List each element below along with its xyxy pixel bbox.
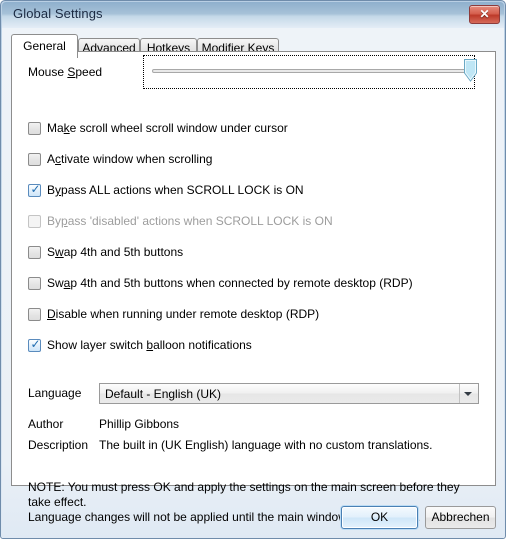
- checkbox-scroll-under-cursor[interactable]: [28, 122, 41, 135]
- ok-button[interactable]: OK: [341, 506, 418, 529]
- checkbox-label: Swap 4th and 5th buttons: [47, 245, 184, 259]
- checkmark-icon: ✓: [30, 337, 41, 351]
- language-selected-value: Default - English (UK): [105, 387, 222, 401]
- checkbox-swap-buttons-rdp[interactable]: [28, 277, 41, 290]
- language-select[interactable]: Default - English (UK): [99, 383, 479, 404]
- checkbox-label: Bypass 'disabled' actions when SCROLL LO…: [47, 214, 333, 228]
- checkbox-label: Make scroll wheel scroll window under cu…: [47, 121, 288, 135]
- checkbox-bypass-disabled-actions: [28, 215, 41, 228]
- author-label: Author: [28, 417, 64, 431]
- checkbox-label: Activate window when scrolling: [47, 152, 213, 166]
- language-dropdown-button[interactable]: [459, 384, 478, 403]
- slider-thumb-icon: [464, 59, 477, 82]
- checkbox-bypass-all-actions[interactable]: ✓: [28, 182, 41, 197]
- close-icon: ✕: [479, 7, 490, 21]
- checkbox-activate-window[interactable]: [28, 153, 41, 166]
- checkbox-swap-buttons[interactable]: [28, 246, 41, 259]
- cancel-button[interactable]: Abbrechen: [425, 506, 496, 529]
- checkbox-label: Show layer switch balloon notifications: [47, 338, 252, 352]
- checkbox-disable-under-rdp[interactable]: [28, 308, 41, 321]
- language-label: Language: [28, 386, 82, 400]
- author-value: Phillip Gibbons: [99, 417, 180, 431]
- close-button[interactable]: ✕: [469, 5, 500, 24]
- title-bar: Global Settings ✕: [2, 2, 504, 28]
- tab-general[interactable]: General: [11, 34, 78, 58]
- description-label: Description: [28, 438, 89, 452]
- chevron-down-icon: [464, 392, 472, 396]
- checkbox-label: Swap 4th and 5th buttons when connected …: [47, 276, 413, 290]
- checkbox-balloon-notifications[interactable]: ✓: [28, 337, 41, 352]
- window-title: Global Settings: [13, 6, 103, 21]
- mouse-speed-track[interactable]: [152, 69, 466, 73]
- checkbox-label: Bypass ALL actions when SCROLL LOCK is O…: [47, 183, 304, 197]
- global-settings-dialog: Global Settings ✕ General Advanced Hotke…: [0, 0, 506, 539]
- description-value: The built in (UK English) language with …: [99, 438, 433, 452]
- checkbox-label: Disable when running under remote deskto…: [47, 307, 320, 321]
- tab-panel-general: Mouse Speed Make scroll wheel scroll win…: [11, 51, 496, 524]
- dialog-client-area: General Advanced Hotkeys Modifier Keys M…: [2, 28, 504, 538]
- checkmark-icon: ✓: [30, 182, 41, 196]
- mouse-speed-slider-thumb[interactable]: [464, 59, 477, 82]
- mouse-speed-label: Mouse Speed: [28, 65, 103, 79]
